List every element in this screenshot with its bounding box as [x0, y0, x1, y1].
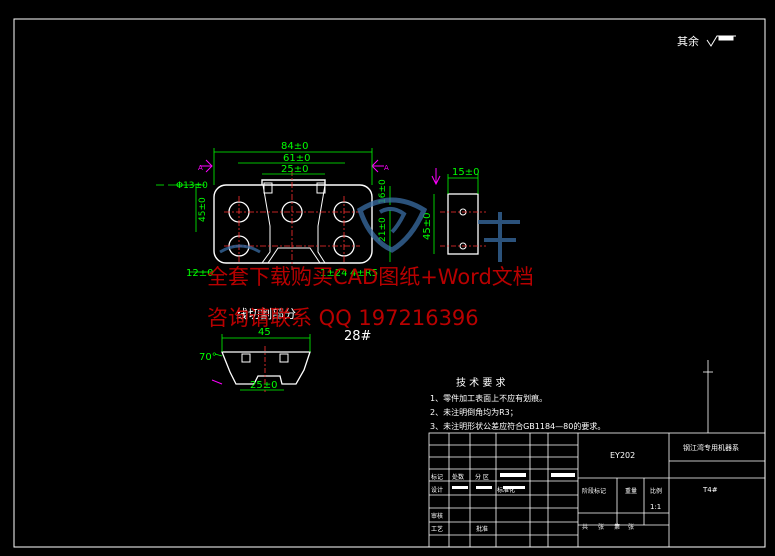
- dim-side-width: 15±0: [452, 167, 479, 178]
- dim-hole-dia: Φ13±0: [176, 181, 208, 191]
- tb-label-process: 工艺: [431, 525, 443, 533]
- tb-label-design: 设计: [431, 486, 443, 494]
- dim-inner-width: 61±0: [283, 153, 310, 164]
- part-number: 28#: [344, 329, 371, 344]
- side-view: [431, 168, 486, 255]
- side-section-arrow: [431, 168, 441, 186]
- section-letter-b: A: [384, 164, 389, 172]
- dim-overall-width: 84±0: [281, 141, 308, 152]
- tech-title: 技 术 要 求: [456, 376, 506, 389]
- company-name: 钢江湾专用机器系: [683, 443, 739, 452]
- drawing-code: EY202: [610, 451, 635, 460]
- bottom-notch: [267, 247, 321, 264]
- tb-label-count: 处数: [452, 473, 464, 481]
- tech-item-2: 2、未注明倒角均为R3；: [430, 407, 518, 417]
- dim-left-height: 45±0: [198, 197, 208, 222]
- side-outline: [447, 193, 479, 255]
- watermark-logo: [219, 197, 520, 262]
- tb-label-approve: 批准: [476, 525, 488, 533]
- tb-label-zone: 分 区: [475, 473, 489, 481]
- tb-bottom-4: 张: [628, 523, 634, 531]
- dim-section-bottom: 25±0: [250, 380, 277, 391]
- main-dimensions: [156, 148, 391, 273]
- material: T4#: [702, 486, 718, 494]
- center-groove: [261, 184, 326, 264]
- cad-drawing-canvas: 其余 A A 84±0 61±0 25±0 Φ13±0 45±0 21±0 16…: [13, 18, 766, 548]
- roughness-symbol: [706, 35, 736, 47]
- tb-label-review: 审核: [431, 512, 443, 520]
- scale: 1:1: [650, 503, 661, 511]
- section-letter-a: A: [198, 164, 203, 172]
- tb-bottom-1: 共: [582, 523, 588, 531]
- dim-section-angle: 70°: [199, 352, 217, 363]
- dim-center-width: 25±0: [281, 164, 308, 175]
- tb-bottom-3: 第: [614, 523, 620, 531]
- tech-item-1: 1、零件加工表面上不应有划痕。: [430, 393, 547, 403]
- tb-bottom-2: 张: [598, 523, 604, 531]
- tb-col-stage: 阶段标记: [582, 487, 606, 495]
- tb-col-scale: 比例: [650, 487, 662, 495]
- tb-label-mark: 标记: [431, 473, 443, 481]
- tb-label-standard: 标准化: [497, 486, 515, 494]
- watermark-line1: 全套下载购买CAD图纸+Word文档: [207, 265, 534, 289]
- roughness-note: 其余: [677, 34, 699, 48]
- tb-col-weight: 重量: [625, 487, 637, 495]
- tech-item-3: 3、未注明形状公差应符合GB1184—80的要求。: [430, 421, 605, 431]
- plate-outline: [213, 184, 373, 264]
- dim-right-height: 21±0: [378, 217, 388, 242]
- watermark-line2: 咨询请联系 QQ 197216396: [207, 306, 479, 330]
